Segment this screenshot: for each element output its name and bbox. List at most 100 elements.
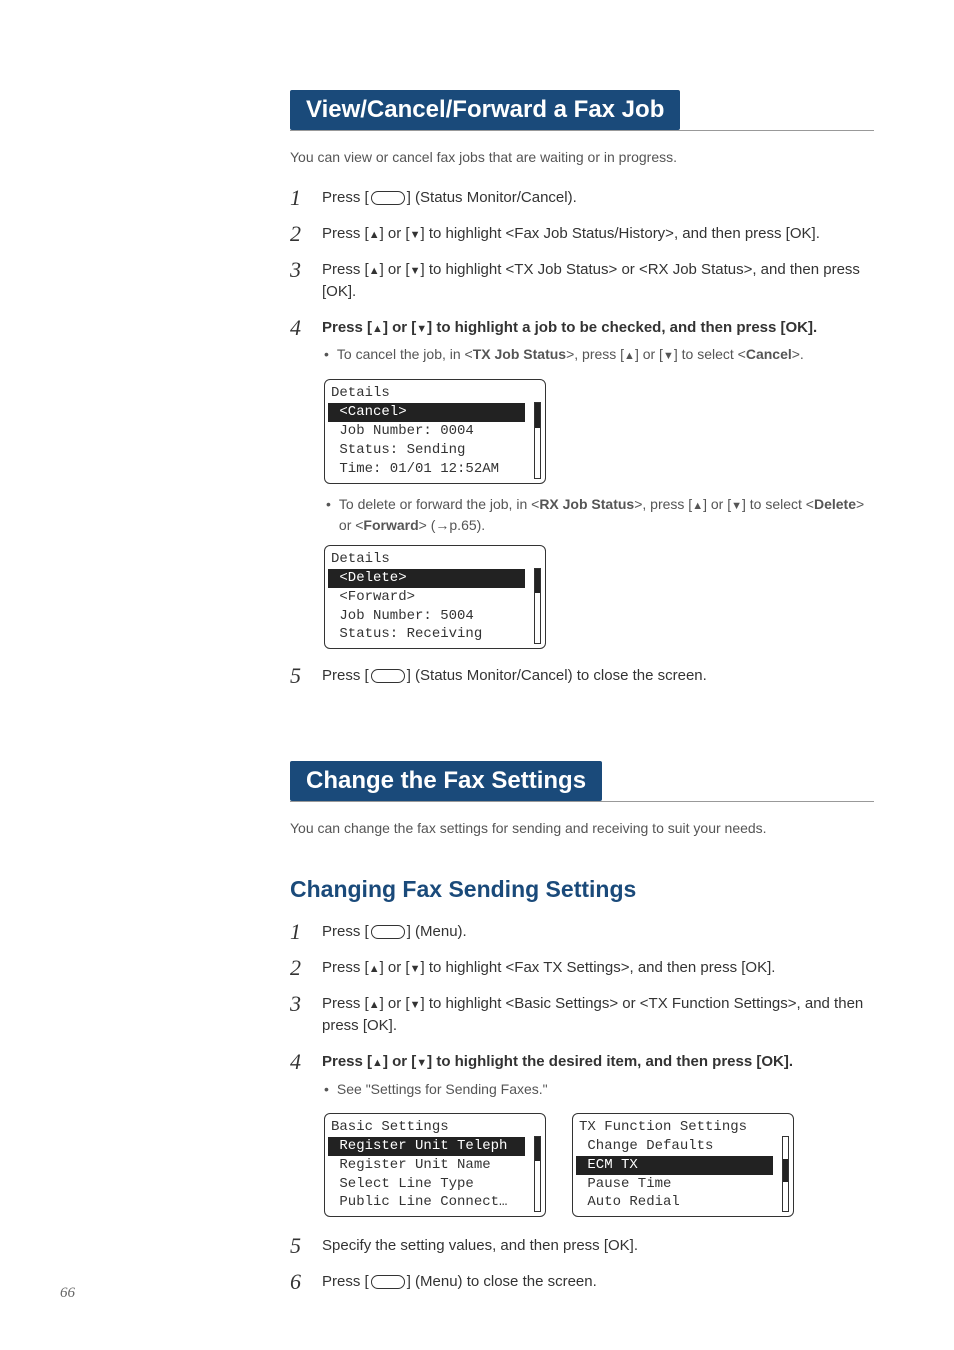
step-text: Press [ (322, 667, 369, 684)
up-triangle-icon (692, 496, 703, 512)
subheading: Changing Fax Sending Settings (290, 876, 874, 903)
lcd-row: Status: Sending (331, 441, 539, 460)
step-text: ] (Status Monitor/Cancel). (407, 189, 577, 206)
lcd-screen-tx-function: TX Function Settings Change Defaults ECM… (572, 1113, 794, 1217)
lcd-screen-tx-details: Details <Cancel> Job Number: 0004 Status… (324, 379, 546, 483)
step-text: Specify the setting values, and then pre… (322, 1235, 874, 1257)
bullet-icon (326, 494, 331, 535)
down-triangle-icon (410, 959, 421, 976)
bullet-text: To delete or forward the job, in < (339, 496, 539, 512)
step-text: ] (Menu) to close the screen. (407, 1273, 597, 1290)
lcd-screen-basic-settings: Basic Settings Register Unit Teleph Regi… (324, 1113, 546, 1217)
bullet-text: ] to select < (742, 496, 814, 512)
lcd-row: Pause Time (579, 1175, 787, 1194)
step-text: ] or [ (380, 995, 410, 1012)
bullet-bold: Forward (363, 517, 418, 533)
s2-step1: 1 Press [] (Menu). (290, 921, 874, 943)
lcd-row: Job Number: 0004 (331, 422, 539, 441)
lcd-row: Register Unit Name (331, 1156, 539, 1175)
up-triangle-icon (372, 319, 383, 336)
s1-step4: 4 Press [] or [] to highlight a job to b… (290, 317, 874, 366)
step-text: ] to highlight the desired item, and the… (427, 1053, 793, 1070)
bullet-text: p.65). (449, 517, 485, 533)
step-text: Press [ (322, 995, 369, 1012)
bullet-text: ] to select < (674, 346, 746, 362)
s1-step3: 3 Press [] or [] to highlight <TX Job St… (290, 259, 874, 303)
down-triangle-icon (410, 225, 421, 242)
s1-step1: 1 Press [ ] (Status Monitor/Cancel). (290, 187, 874, 209)
lcd-title: Basic Settings (331, 1118, 539, 1137)
step-number: 5 (290, 665, 308, 687)
bullet-text: See "Settings for Sending Faxes." (337, 1079, 548, 1099)
step-text: ] (Menu). (407, 923, 467, 940)
lcd-row: Public Line Connect… (331, 1193, 539, 1212)
lcd-title: Details (331, 384, 539, 403)
up-triangle-icon (369, 261, 380, 278)
down-triangle-icon (416, 1053, 427, 1070)
bullet-text: To cancel the job, in < (337, 346, 473, 362)
s2-step4: 4 Press [] or [] to highlight the desire… (290, 1051, 874, 1099)
lcd-scrollbar-icon (534, 1136, 541, 1212)
lcd-screen-rx-details: Details <Delete> <Forward> Job Number: 5… (324, 545, 546, 649)
s2-step5: 5 Specify the setting values, and then p… (290, 1235, 874, 1257)
down-triangle-icon (663, 346, 674, 362)
section2-intro: You can change the fax settings for send… (290, 820, 874, 836)
bullet-icon (324, 344, 329, 365)
lcd-selected-row: ECM TX (576, 1156, 773, 1175)
down-triangle-icon (410, 261, 421, 278)
step-text: Press [ (322, 1053, 372, 1070)
section-heading-divider: View/Cancel/Forward a Fax Job (290, 90, 874, 131)
lcd-scrollbar-icon (534, 568, 541, 644)
page-number: 66 (60, 1285, 75, 1302)
s1-step2: 2 Press [] or [] to highlight <Fax Job S… (290, 223, 874, 245)
up-triangle-icon (624, 346, 635, 362)
step-number: 5 (290, 1235, 308, 1257)
bullet-bold: Cancel (746, 346, 792, 362)
step-text: Press [ (322, 959, 369, 976)
down-triangle-icon (410, 995, 421, 1012)
lcd-row: <Forward> (331, 588, 539, 607)
step-text: ] to highlight <Fax TX Settings>, and th… (420, 959, 775, 976)
step-text: ] to highlight <Fax Job Status/History>,… (420, 225, 819, 242)
step-text: Press [ (322, 923, 369, 940)
section-heading-divider: Change the Fax Settings (290, 761, 874, 802)
step-text: Press [ (322, 189, 369, 206)
step-number: 2 (290, 957, 308, 979)
oval-key-icon (371, 669, 405, 683)
lcd-row: Status: Receiving (331, 625, 539, 644)
up-triangle-icon (369, 959, 380, 976)
s2-step6: 6 Press [] (Menu) to close the screen. (290, 1271, 874, 1293)
lcd-selected-row: <Cancel> (328, 403, 525, 422)
oval-key-icon (371, 1275, 405, 1289)
up-triangle-icon (369, 225, 380, 242)
right-arrow-icon (435, 517, 449, 533)
lcd-row: Job Number: 5004 (331, 607, 539, 626)
bullet-text: >, press [ (634, 496, 692, 512)
lcd-scrollbar-icon (534, 402, 541, 478)
step-number: 3 (290, 259, 308, 281)
down-triangle-icon (731, 496, 742, 512)
step-text: Press [ (322, 225, 369, 242)
step-text: ] or [ (383, 1053, 416, 1070)
step-text: ] or [ (383, 319, 416, 336)
up-triangle-icon (369, 995, 380, 1012)
oval-key-icon (371, 191, 405, 205)
step-number: 3 (290, 993, 308, 1015)
section1-intro: You can view or cancel fax jobs that are… (290, 149, 874, 165)
bullet-text: > ( (419, 517, 436, 533)
section1-title: View/Cancel/Forward a Fax Job (290, 90, 680, 130)
oval-key-icon (371, 925, 405, 939)
step-text: ] or [ (380, 959, 410, 976)
step-number: 4 (290, 317, 308, 339)
up-triangle-icon (372, 1053, 383, 1070)
s1-step5: 5 Press [ ] (Status Monitor/Cancel) to cl… (290, 665, 874, 687)
bullet-text: >. (792, 346, 804, 362)
bullet-icon (324, 1079, 329, 1099)
lcd-row: Auto Redial (579, 1193, 787, 1212)
bullet-bold: TX Job Status (473, 346, 566, 362)
step-text: Press [ (322, 319, 372, 336)
step-number: 1 (290, 187, 308, 209)
step-text: ] (Status Monitor/Cancel) to close the s… (407, 667, 707, 684)
lcd-row: Select Line Type (331, 1175, 539, 1194)
s2-step2: 2 Press [ ] or [ ] to highlight <Fax TX Se… (290, 957, 874, 979)
